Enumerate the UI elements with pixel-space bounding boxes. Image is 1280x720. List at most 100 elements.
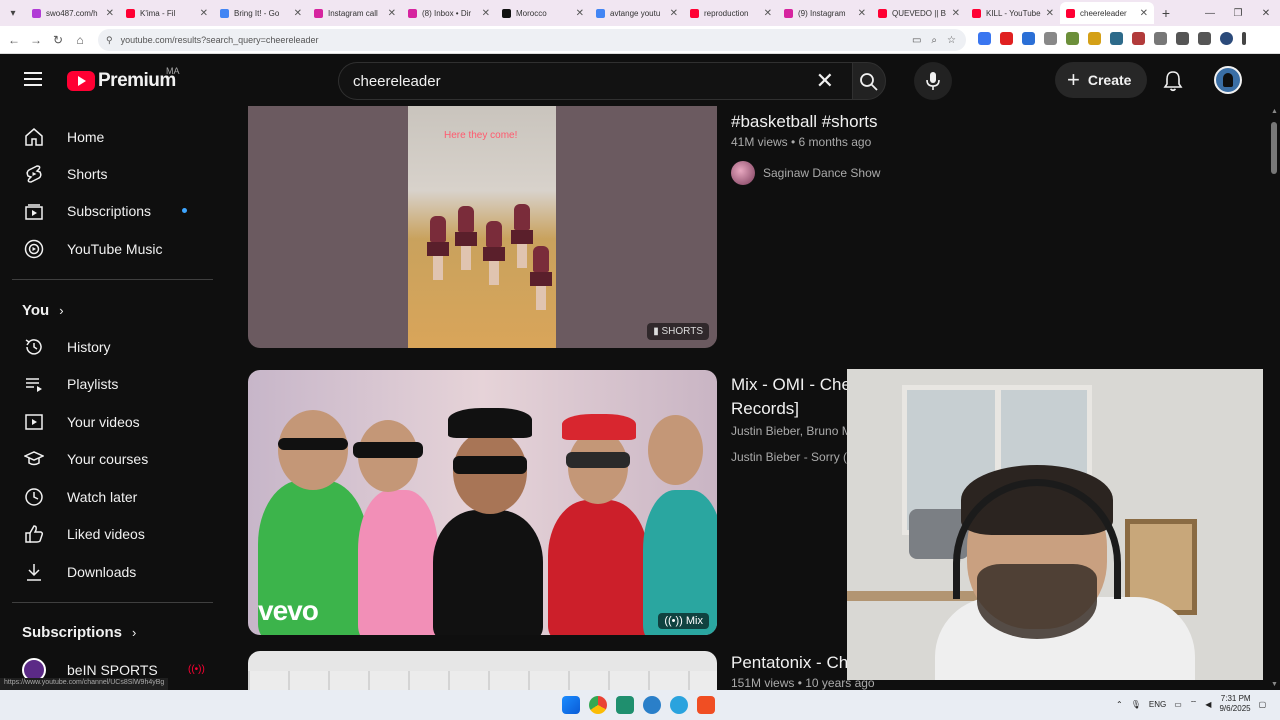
- sidebar-subscriptions-heading[interactable]: Subscriptions ›: [22, 624, 136, 641]
- address-bar[interactable]: ⚲ youtube.com/results?search_query=cheer…: [98, 29, 966, 51]
- tab-close-icon[interactable]: ✕: [1046, 8, 1054, 19]
- browser-tab[interactable]: Morocco ✕: [496, 2, 590, 24]
- tab-close-icon[interactable]: ✕: [764, 8, 772, 19]
- install-app-icon[interactable]: ▭: [912, 35, 921, 46]
- browser-tab[interactable]: (9) Instagram ✕: [778, 2, 872, 24]
- video-title[interactable]: Pentatonix - Che: [731, 653, 858, 673]
- tab-close-icon[interactable]: ✕: [388, 8, 396, 19]
- sidebar-item-your-videos[interactable]: Your videos: [12, 403, 217, 440]
- extension-icon[interactable]: [1110, 32, 1123, 45]
- sidebar-item-liked-videos[interactable]: Liked videos: [12, 515, 217, 552]
- browser-menu-icon[interactable]: [1242, 32, 1246, 45]
- browser-tab[interactable]: cheereleader ✕: [1060, 2, 1154, 24]
- restore-icon[interactable]: ❐: [1224, 8, 1252, 19]
- language-indicator[interactable]: ENG: [1149, 700, 1166, 709]
- extension-icon[interactable]: [1088, 32, 1101, 45]
- extensions-puzzle-icon[interactable]: [1154, 32, 1167, 45]
- volume-icon[interactable]: ◀︎: [1205, 700, 1211, 709]
- back-icon[interactable]: ←: [3, 33, 25, 47]
- sidebar-item-your-courses[interactable]: Your courses: [12, 440, 217, 477]
- reload-icon[interactable]: ↻: [47, 33, 69, 47]
- app-icon[interactable]: [616, 696, 634, 714]
- page-scrollbar[interactable]: ▲ ▼: [1268, 106, 1280, 690]
- browser-tab[interactable]: Bring It! - Go ✕: [214, 2, 308, 24]
- video-thumbnail[interactable]: Here they come! ▮ SHORTS: [248, 106, 717, 348]
- browser-tab[interactable]: QUEVEDO || B ✕: [872, 2, 966, 24]
- chevron-up-icon[interactable]: ⌃: [1116, 700, 1123, 709]
- home-browser-icon[interactable]: ⌂: [69, 33, 91, 47]
- browser-tab[interactable]: Instagram call ✕: [308, 2, 402, 24]
- chrome-icon[interactable]: [589, 696, 607, 714]
- tab-close-icon[interactable]: ✕: [952, 8, 960, 19]
- tab-close-icon[interactable]: ✕: [294, 8, 302, 19]
- video-title[interactable]: #basketball #shorts: [731, 112, 877, 132]
- site-info-icon[interactable]: ⚲: [106, 35, 113, 46]
- app-icon[interactable]: [643, 696, 661, 714]
- downloads-icon[interactable]: [1176, 32, 1189, 45]
- forward-icon[interactable]: →: [25, 33, 47, 47]
- telegram-icon[interactable]: [670, 696, 688, 714]
- tab-close-icon[interactable]: ✕: [858, 8, 866, 19]
- tab-close-icon[interactable]: ✕: [670, 8, 678, 19]
- tab-search-button[interactable]: ▾: [0, 0, 26, 26]
- sidebar-item-watch-later[interactable]: Watch later: [12, 478, 217, 515]
- windows-start-icon[interactable]: [562, 696, 580, 714]
- tab-close-icon[interactable]: ✕: [200, 8, 208, 19]
- microphone-icon[interactable]: 🎙︎: [1131, 700, 1141, 709]
- browser-tab[interactable]: reproduction ✕: [684, 2, 778, 24]
- tab-close-icon[interactable]: ✕: [482, 8, 490, 19]
- notifications-bell-icon[interactable]: [1162, 70, 1184, 92]
- extension-icon[interactable]: [1132, 32, 1145, 45]
- mix-next-track[interactable]: Justin Bieber - Sorry (P: [731, 450, 855, 464]
- sidebar-item-subscriptions[interactable]: Subscriptions: [12, 192, 217, 229]
- browser-tab[interactable]: avtange youtu ✕: [590, 2, 684, 24]
- sidebar-item-home[interactable]: Home: [12, 118, 217, 155]
- voice-search-button[interactable]: [914, 62, 952, 100]
- clock[interactable]: 7:31 PM 9/6/2025: [1219, 694, 1250, 714]
- new-tab-button[interactable]: +: [1154, 5, 1178, 21]
- sidebar-item-playlists[interactable]: Playlists: [12, 365, 217, 402]
- extension-icon[interactable]: [1066, 32, 1079, 45]
- tab-close-icon[interactable]: ✕: [106, 8, 114, 19]
- browser-tab[interactable]: (8) Inbox • Dir ✕: [402, 2, 496, 24]
- zoom-icon[interactable]: ⌕: [931, 35, 937, 46]
- video-thumbnail[interactable]: [248, 651, 717, 690]
- clear-search-icon[interactable]: ✕: [816, 70, 834, 92]
- search-button[interactable]: [852, 62, 886, 100]
- video-thumbnail[interactable]: vevo ((•)) Mix: [248, 370, 717, 635]
- browser-tab[interactable]: K'ima - Fil ✕: [120, 2, 214, 24]
- browser-tab[interactable]: KILL - YouTube ✕: [966, 2, 1060, 24]
- extension-icon[interactable]: [1000, 32, 1013, 45]
- sidebar-item-shorts[interactable]: Shorts: [12, 155, 217, 192]
- extension-icon[interactable]: [1022, 32, 1035, 45]
- wifi-icon[interactable]: ⌔: [1190, 699, 1198, 709]
- scroll-up-icon[interactable]: ▲: [1271, 108, 1278, 115]
- notification-icon[interactable]: ▢: [1259, 700, 1267, 709]
- network-icon[interactable]: ▭: [1174, 700, 1182, 709]
- search-input[interactable]: cheereleader ✕: [338, 62, 852, 100]
- scroll-down-icon[interactable]: ▼: [1271, 681, 1278, 688]
- browser-tab[interactable]: swo487.com/h ✕: [26, 2, 120, 24]
- sidebar-toggle-icon[interactable]: [1198, 32, 1211, 45]
- menu-icon[interactable]: [24, 72, 42, 86]
- channel-link[interactable]: Saginaw Dance Show: [731, 161, 880, 185]
- profile-icon[interactable]: [1220, 32, 1233, 45]
- minimize-icon[interactable]: —: [1196, 8, 1224, 19]
- tab-close-icon[interactable]: ✕: [1140, 8, 1148, 19]
- sidebar-item-youtube-music[interactable]: YouTube Music: [12, 230, 217, 267]
- sidebar-item-history[interactable]: History: [12, 328, 217, 365]
- extension-icon[interactable]: [1044, 32, 1057, 45]
- create-button[interactable]: + Create: [1055, 62, 1147, 98]
- sidebar-item-downloads[interactable]: Downloads: [12, 553, 217, 590]
- video-title-line2[interactable]: Records]: [731, 399, 799, 419]
- extension-icon[interactable]: [978, 32, 991, 45]
- sidebar-you-heading[interactable]: You ›: [22, 302, 64, 319]
- account-avatar[interactable]: [1214, 66, 1242, 94]
- youtube-premium-logo[interactable]: Premium MA: [67, 66, 180, 92]
- close-window-icon[interactable]: ✕: [1252, 8, 1280, 19]
- tab-close-icon[interactable]: ✕: [576, 8, 584, 19]
- brave-icon[interactable]: [697, 696, 715, 714]
- video-title[interactable]: Mix - OMI - Chee: [731, 375, 860, 395]
- scrollbar-thumb[interactable]: [1271, 122, 1277, 174]
- bookmark-star-icon[interactable]: ☆: [947, 35, 956, 46]
